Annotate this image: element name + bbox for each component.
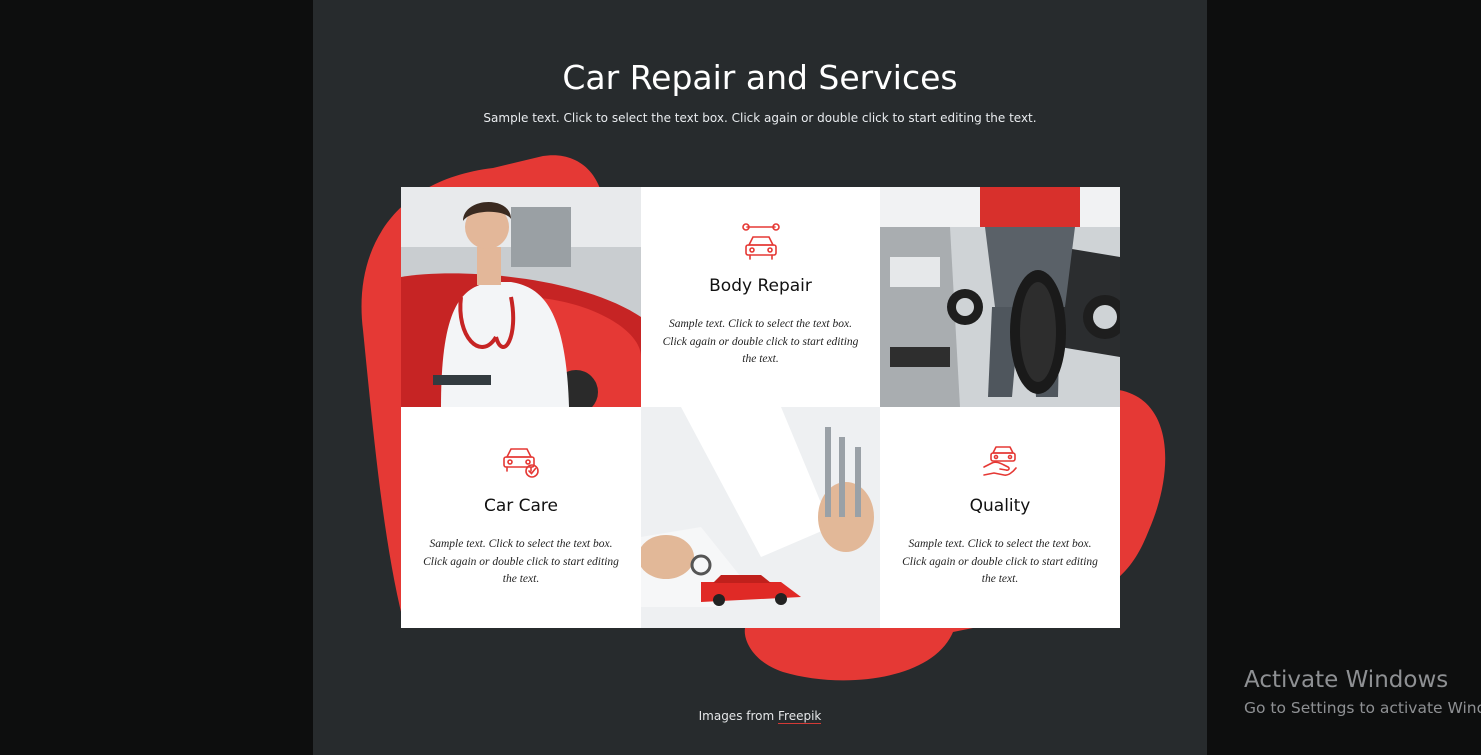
- page-title: Car Repair and Services: [562, 58, 958, 97]
- activate-windows-watermark: Activate Windows Go to Settings to activ…: [1244, 667, 1481, 717]
- car-wrench-icon: [741, 223, 780, 260]
- service-card-car-care[interactable]: Car Care Sample text. Click to select th…: [401, 407, 641, 628]
- watermark-subtitle: Go to Settings to activate Windows.: [1244, 699, 1481, 717]
- wrenches-and-toy-car-photo: [641, 407, 880, 628]
- services-grid: Body Repair Sample text. Click to select…: [401, 187, 1120, 628]
- watermark-title: Activate Windows: [1244, 667, 1449, 693]
- service-card-body-repair[interactable]: Body Repair Sample text. Click to select…: [641, 187, 880, 407]
- service-card-title: Quality: [969, 496, 1031, 516]
- page-section: Car Repair and Services Sample text. Cli…: [313, 0, 1207, 755]
- service-card-text: Sample text. Click to select the text bo…: [662, 318, 859, 365]
- mechanic-in-white-coat-photo: [401, 187, 641, 407]
- freepik-link[interactable]: Freepik: [778, 709, 822, 724]
- car-in-hand-icon: [983, 446, 1017, 476]
- mechanic-with-tire-photo: [880, 187, 1120, 407]
- image-credit-prefix: Images from: [698, 709, 775, 723]
- image-credit: Images from Freepik: [313, 709, 1207, 724]
- service-card-text: Sample text. Click to select the text bo…: [902, 538, 1098, 585]
- service-card-quality[interactable]: Quality Sample text. Click to select the…: [880, 407, 1120, 628]
- service-card-title: Body Repair: [709, 276, 812, 296]
- service-card-title: Car Care: [483, 496, 559, 516]
- page-subtitle: Sample text. Click to select the text bo…: [483, 111, 1037, 125]
- car-check-icon: [503, 448, 539, 478]
- service-card-text: Sample text. Click to select the text bo…: [423, 538, 619, 585]
